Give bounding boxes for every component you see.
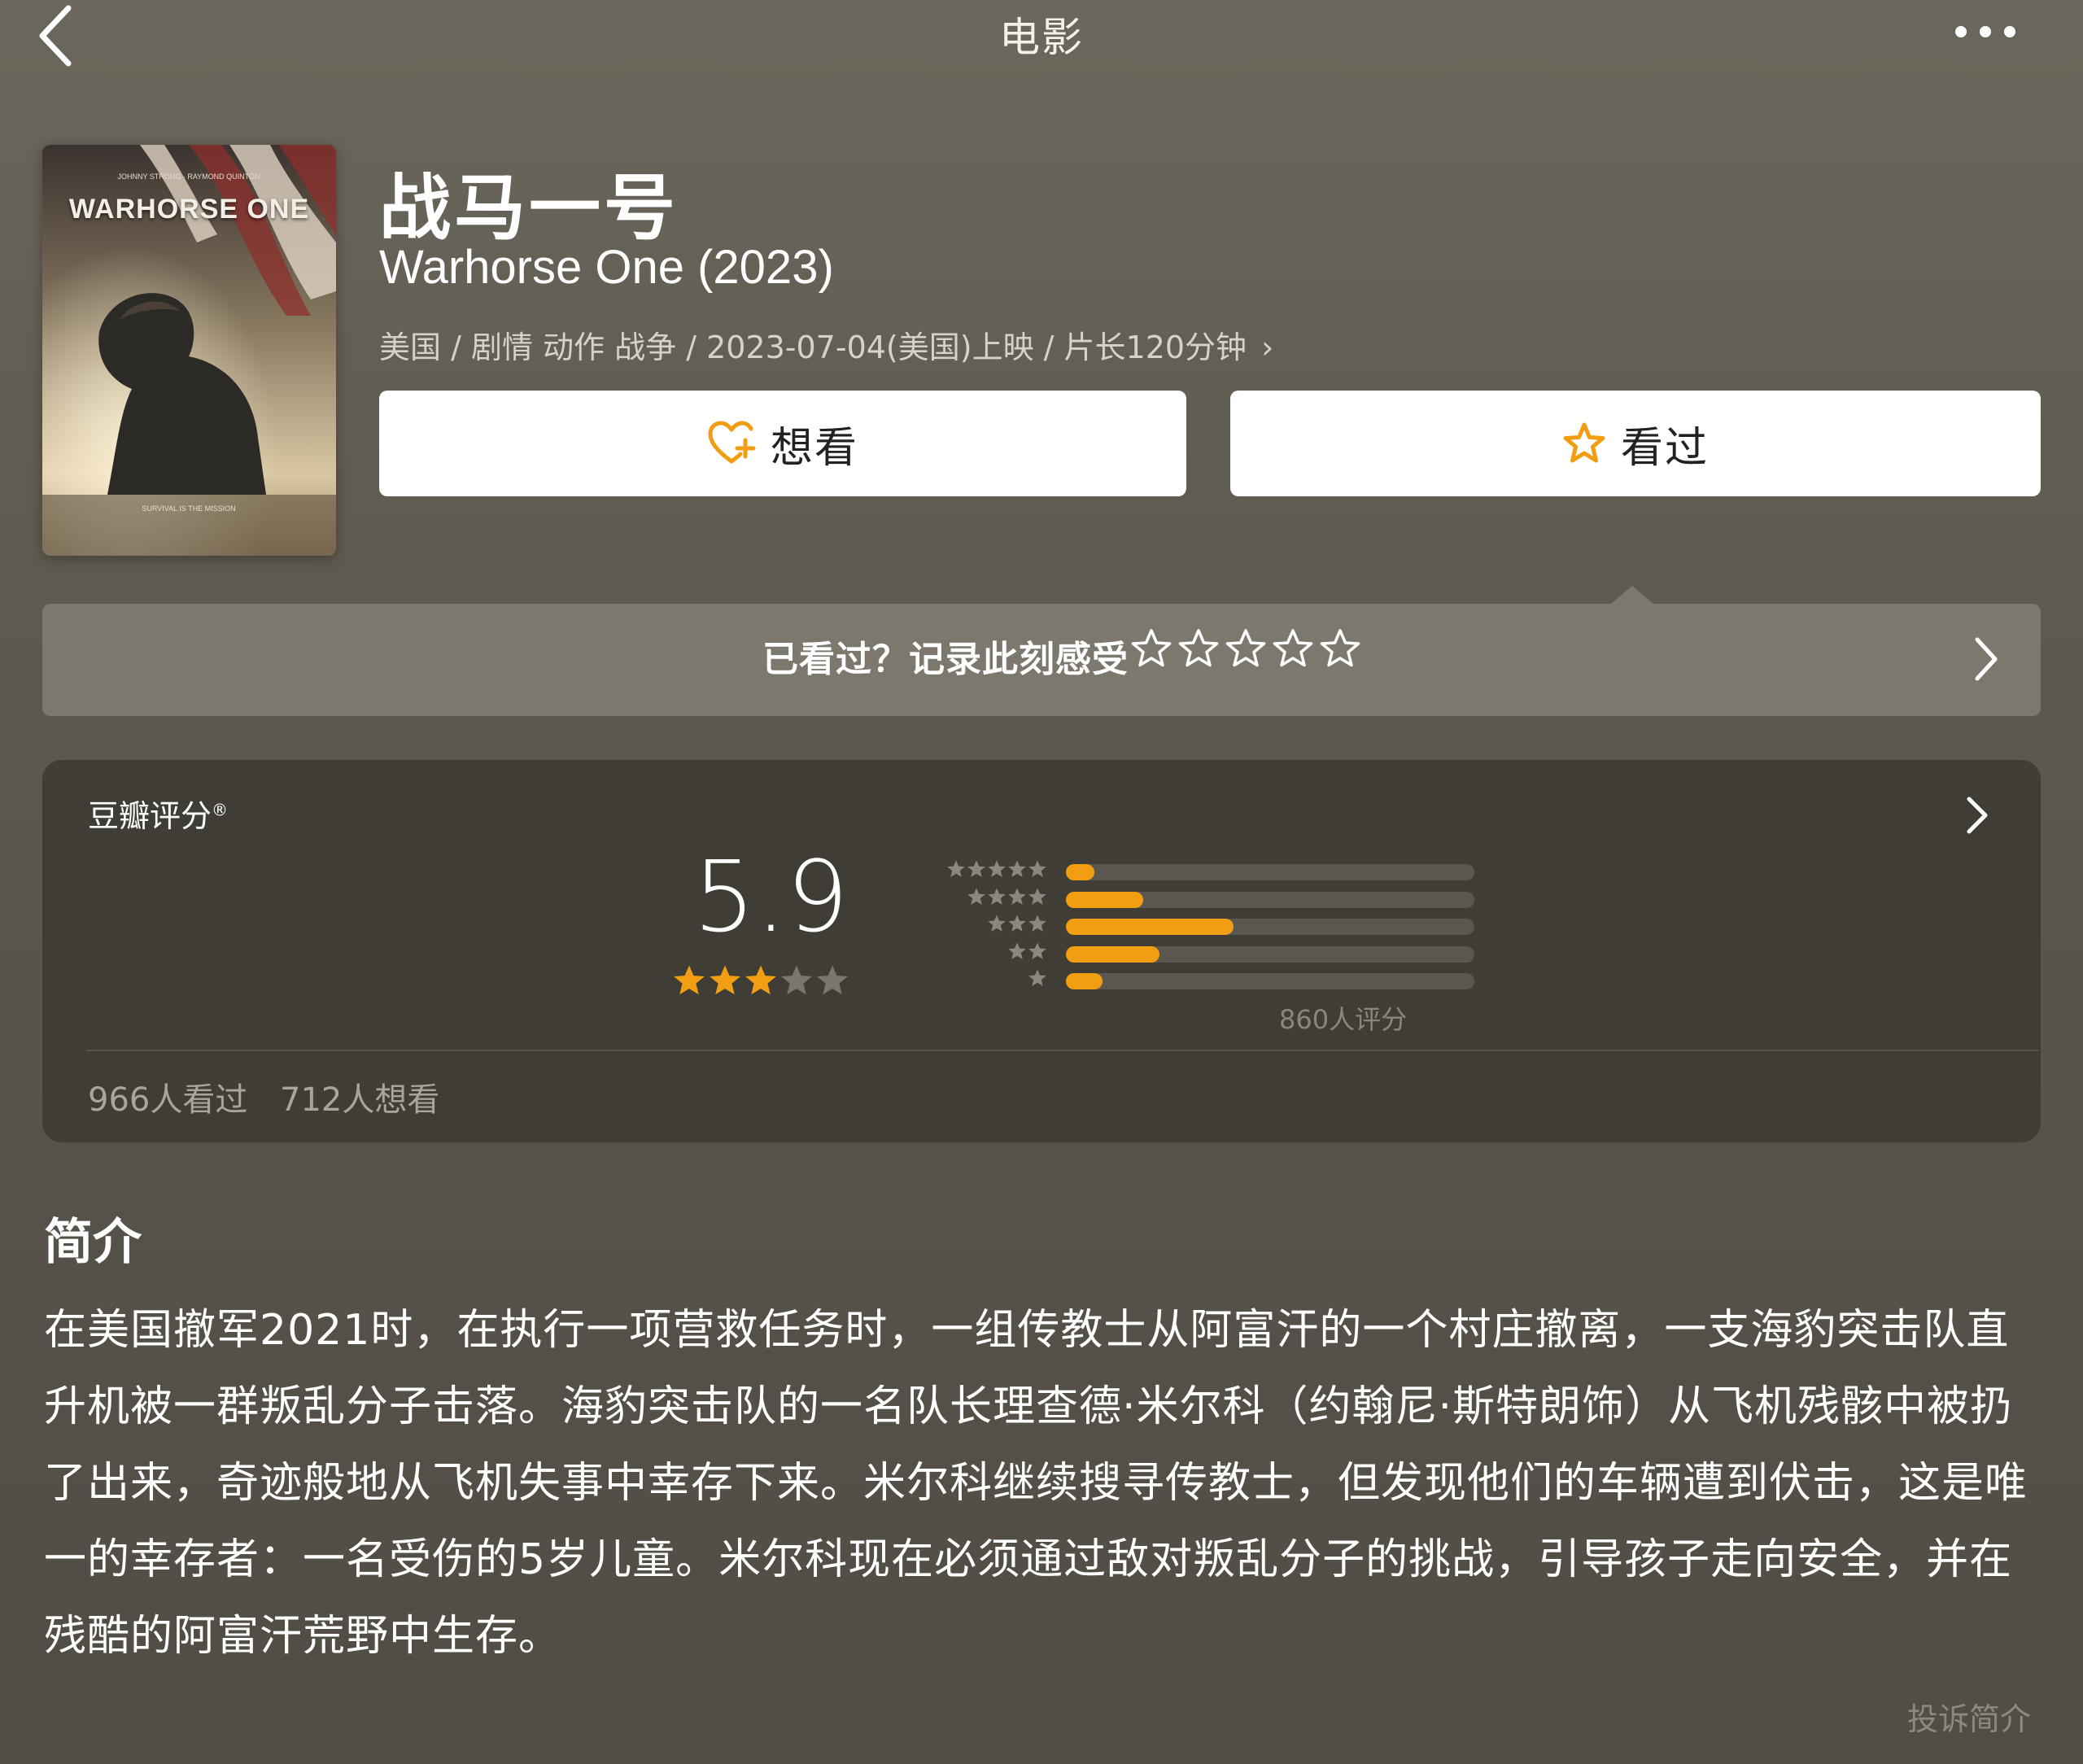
rating-label: 豆瓣评分®: [88, 791, 228, 836]
heart-plus-icon: [708, 421, 756, 464]
distribution-stars: [967, 887, 1047, 906]
rating-score: 5.9: [693, 841, 849, 954]
rating-distribution: [880, 858, 1483, 994]
rating-label-text: 豆瓣评分: [88, 798, 212, 834]
page-title: 电影: [999, 14, 1084, 61]
small-star-icon: [988, 887, 1006, 905]
distribution-stars: [946, 859, 1047, 879]
distribution-stars: [987, 914, 1047, 933]
watched-button[interactable]: 看过: [1230, 391, 2041, 496]
distribution-row: [880, 940, 1483, 967]
divider: [86, 1050, 2039, 1051]
intro-text: 在美国撤军2021时，在执行一项营救任务时，一组传教士从阿富汗的一个村庄撤离，一…: [44, 1306, 2028, 1661]
distribution-bar: [1066, 973, 1103, 989]
registered-mark: ®: [212, 800, 229, 820]
movie-meta-text: 美国 / 剧情 动作 战争 / 2023-07-04(美国)上映 / 片长120…: [379, 330, 1247, 365]
distribution-stars: [1007, 941, 1047, 961]
small-star-icon: [967, 887, 985, 905]
small-star-icon: [1028, 887, 1046, 905]
star-filled-icon: [710, 965, 740, 995]
watched-count[interactable]: 966人看过: [88, 1073, 247, 1120]
chevron-right-icon: [1975, 637, 1998, 681]
small-star-icon: [967, 860, 985, 877]
small-star-icon: [1028, 969, 1046, 986]
rate-star-icon[interactable]: [1178, 628, 1219, 669]
want-count[interactable]: 712人想看: [280, 1073, 439, 1120]
chevron-right-icon: ›: [1261, 330, 1274, 365]
small-star-icon: [988, 915, 1006, 932]
distribution-row: [880, 885, 1483, 913]
small-star-icon: [1008, 941, 1026, 959]
small-star-icon: [1028, 941, 1046, 959]
want-to-watch-label: 想看: [770, 423, 858, 473]
score-stars: [672, 963, 849, 998]
want-to-watch-button[interactable]: 想看: [379, 391, 1186, 496]
rate-stars[interactable]: [1131, 628, 1360, 669]
distribution-bar: [1066, 945, 1160, 963]
rate-star-icon[interactable]: [1131, 628, 1172, 669]
movie-poster[interactable]: JOHNNY STRONG · RAYMOND QUINTON SURVIVAL…: [42, 145, 336, 556]
small-star-icon: [1008, 860, 1026, 877]
distribution-bar: [1066, 919, 1234, 935]
distribution-bar: [1066, 891, 1144, 908]
rate-star-icon[interactable]: [1320, 628, 1360, 669]
rating-card[interactable]: 豆瓣评分® 5.9 860人评分 966人看过 712人想看: [42, 760, 2041, 1142]
more-dots-icon: [1955, 26, 2015, 37]
distribution-track: [1066, 973, 1474, 989]
distribution-track: [1066, 919, 1474, 935]
movie-original-title: Warhorse One (2023): [379, 241, 834, 294]
distribution-row: [880, 912, 1483, 940]
distribution-track: [1066, 891, 1474, 908]
movie-meta-link[interactable]: 美国 / 剧情 动作 战争 / 2023-07-04(美国)上映 / 片长120…: [379, 322, 1273, 367]
watched-label: 看过: [1620, 423, 1709, 473]
star-empty-icon: [781, 965, 812, 995]
small-star-icon: [1008, 887, 1026, 905]
rate-banner[interactable]: 已看过？记录此刻感受: [42, 604, 2041, 716]
star-filled-icon: [745, 965, 776, 995]
svg-text:JOHNNY STRONG · RAYMOND QUINTO: JOHNNY STRONG · RAYMOND QUINTON: [117, 172, 260, 181]
intro-heading: 简介: [44, 1214, 142, 1271]
distribution-row: [880, 967, 1483, 994]
star-filled-icon: [674, 965, 705, 995]
small-star-icon: [1028, 915, 1046, 932]
banner-pointer: [1611, 586, 1653, 604]
distribution-track: [1066, 945, 1474, 963]
small-star-icon: [988, 860, 1006, 877]
rate-star-icon[interactable]: [1273, 628, 1313, 669]
small-star-icon: [947, 860, 965, 877]
more-button[interactable]: [1945, 11, 2026, 52]
rating-count: 860人评分: [1279, 1004, 1408, 1035]
distribution-stars: [1028, 968, 1047, 988]
star-empty-icon: [817, 965, 848, 995]
star-outline-icon: [1563, 422, 1605, 463]
chevron-right-icon: [1967, 797, 1988, 834]
distribution-track: [1066, 864, 1474, 880]
small-star-icon: [1008, 915, 1026, 932]
distribution-bar: [1066, 864, 1095, 880]
poster-title: WARHORSE ONE: [68, 194, 310, 225]
report-intro-link[interactable]: 投诉简介: [1907, 1694, 2031, 1739]
distribution-row: [880, 858, 1483, 885]
svg-text:SURVIVAL IS THE MISSION: SURVIVAL IS THE MISSION: [142, 504, 235, 513]
movie-title: 战马一号: [379, 166, 679, 250]
small-star-icon: [1028, 860, 1046, 877]
rate-prompt: 已看过？记录此刻感受: [762, 639, 1129, 680]
rate-star-icon[interactable]: [1225, 628, 1266, 669]
